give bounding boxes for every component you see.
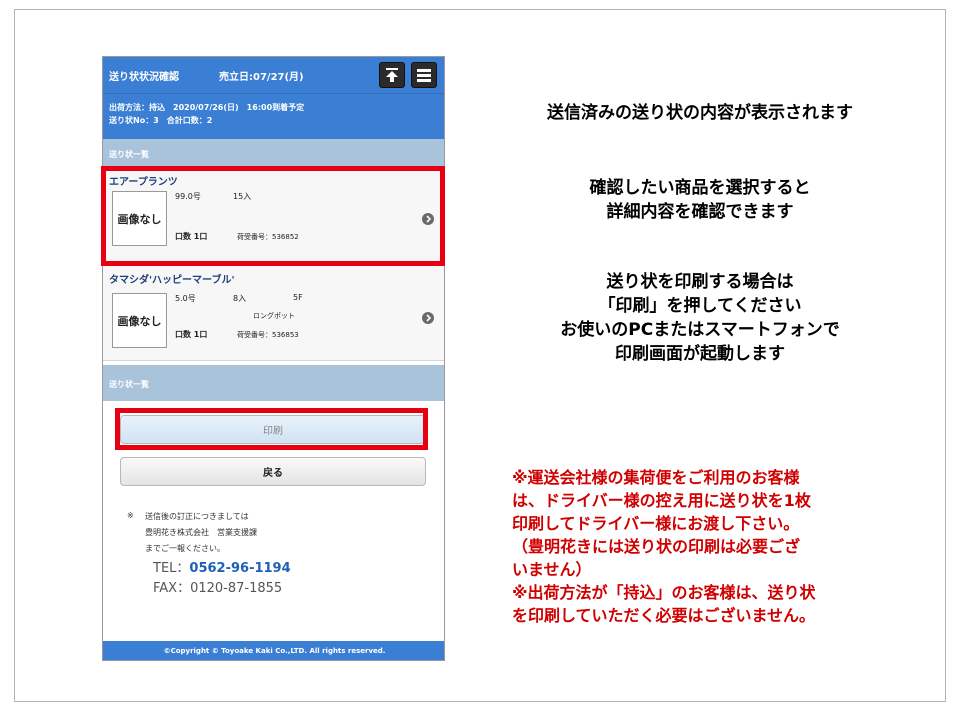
section-header-invoice-list-2: 送り状一覧 xyxy=(103,365,444,401)
fax-number: FAX：0120-87-1855 xyxy=(153,581,283,596)
item-highlight-box xyxy=(101,166,445,266)
receipt-number: 荷受番号：536853 xyxy=(237,331,299,339)
chevron-right-icon xyxy=(422,312,434,324)
instruction-line: 送信済みの送り状の内容が表示されます xyxy=(547,103,853,123)
arrow-up-icon xyxy=(386,68,398,82)
list-item[interactable]: タマシダ'ハッピーマーブル' 画像なし 5.0号 8入 5F ロングポット 口数… xyxy=(103,265,444,361)
product-spec: 5F xyxy=(293,293,303,302)
contact-note-line3: までご一報ください。 xyxy=(145,544,225,553)
warning-line: いません） xyxy=(512,560,592,579)
instruction-select: 確認したい商品を選択すると 詳細内容を確認できます xyxy=(470,176,930,224)
page-title: 送り状状況確認 xyxy=(109,72,179,83)
app-header: 送り状状況確認 売立日:07/27(月) xyxy=(103,57,444,94)
warning-line: 印刷してドライバー様にお渡し下さい。 xyxy=(512,514,800,533)
instruction-line: 詳細内容を確認できます xyxy=(606,202,794,222)
menu-button[interactable] xyxy=(411,62,437,88)
phone-screenshot: 送り状状況確認 売立日:07/27(月) 出荷方法：持込 2020/07/26(… xyxy=(102,56,445,661)
print-highlight-box xyxy=(115,408,428,450)
phone-number: TEL：0562-96-1194 xyxy=(153,557,291,576)
tel-label: TEL： xyxy=(153,561,190,576)
instruction-line: お使いのPCまたはスマートフォンで xyxy=(560,320,840,340)
product-grade: 5.0号 xyxy=(175,294,196,303)
scroll-top-button[interactable] xyxy=(379,62,405,88)
invoice-summary: 送り状No：3 合計口数：2 xyxy=(109,116,213,125)
section-header-invoice-list: 送り状一覧 xyxy=(103,139,444,167)
contact-note-line1: 送信後の訂正につきましては xyxy=(145,512,249,521)
warning-line: ※運送会社様の集荷便をご利用のお客様 xyxy=(512,468,800,487)
copyright-footer: ©Copyright © Toyoake Kaki Co.,LTD. All r… xyxy=(103,641,444,660)
tel-value: 0562-96-1194 xyxy=(189,561,291,576)
hamburger-icon xyxy=(417,69,431,82)
instruction-line: 確認したい商品を選択すると xyxy=(589,178,811,198)
back-button[interactable]: 戻る xyxy=(120,457,426,486)
instruction-line: 印刷画面が起動します xyxy=(615,344,785,364)
product-note: ロングポット xyxy=(253,312,295,320)
sales-date: 売立日:07/27(月) xyxy=(219,72,304,83)
warning-note: ※運送会社様の集荷便をご利用のお客様 は、ドライバー様の控え用に送り状を1枚 印… xyxy=(512,466,932,627)
instruction-line: 「印刷」を押してください xyxy=(598,296,802,316)
no-image-placeholder: 画像なし xyxy=(112,293,167,348)
warning-line: は、ドライバー様の控え用に送り状を1枚 xyxy=(512,491,811,510)
product-name: タマシダ'ハッピーマーブル' xyxy=(109,275,235,286)
warning-line: （豊明花きには送り状の印刷は必要ござ xyxy=(512,537,801,556)
instruction-print: 送り状を印刷する場合は 「印刷」を押してください お使いのPCまたはスマートフォ… xyxy=(470,270,930,366)
note-mark: ※ xyxy=(127,511,134,520)
instruction-line: 送り状を印刷する場合は xyxy=(606,272,794,292)
instruction-view: 送信済みの送り状の内容が表示されます xyxy=(470,101,930,125)
contact-note-line2: 豊明花き株式会社 営業支援課 xyxy=(145,528,257,537)
unit-count: 口数 1口 xyxy=(175,330,208,339)
warning-line: を印刷していただく必要はございません。 xyxy=(512,606,816,625)
warning-line: ※出荷方法が「持込」のお客様は、送り状 xyxy=(512,583,816,602)
shipment-info: 出荷方法：持込 2020/07/26(日) 16:00到着予定 送り状No：3 … xyxy=(103,94,444,139)
shipment-method: 出荷方法：持込 2020/07/26(日) 16:00到着予定 xyxy=(109,103,305,112)
product-quantity: 8入 xyxy=(233,294,247,303)
